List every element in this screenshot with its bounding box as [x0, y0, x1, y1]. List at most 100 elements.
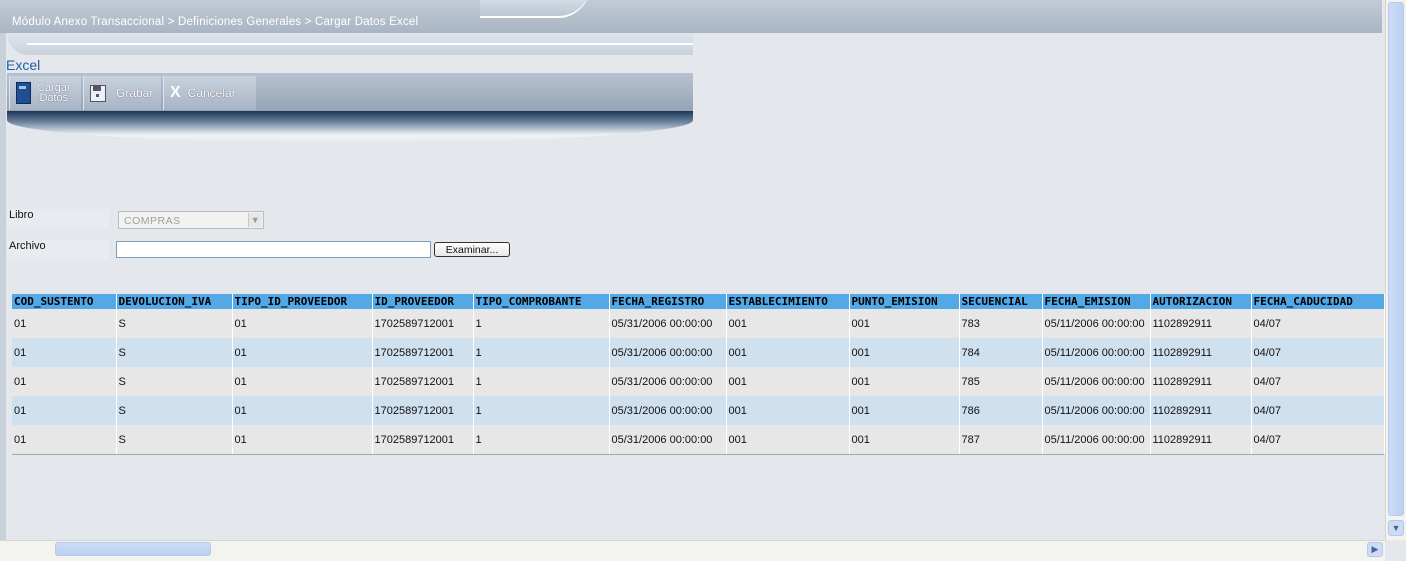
table-header-row: COD_SUSTENTO DEVOLUCION_IVA TIPO_ID_PROV… [12, 294, 1385, 309]
table-cell: 01 [232, 396, 373, 425]
grabar-label: Grabar [116, 86, 154, 100]
examinar-button[interactable]: Examinar... [434, 242, 510, 257]
column-header[interactable]: COD_SUSTENTO [12, 294, 117, 309]
table-cell: 001 [849, 396, 960, 425]
table-cell: 787 [959, 425, 1043, 454]
table-cell: 05/11/2006 00:00:00 [1042, 396, 1151, 425]
close-icon: X [170, 84, 181, 101]
table-cell: S [116, 338, 233, 367]
table-cell: 05/11/2006 00:00:00 [1042, 309, 1151, 338]
table-cell: 1 [473, 367, 610, 396]
table-cell: 1702589712001 [372, 338, 474, 367]
table-cell: S [116, 367, 233, 396]
horizontal-scrollbar[interactable]: ▶ [0, 540, 1385, 561]
table-cell: 05/31/2006 00:00:00 [609, 396, 727, 425]
table-cell: S [116, 396, 233, 425]
grabar-button[interactable]: Grabar [83, 76, 161, 110]
vertical-scroll-thumb[interactable] [1388, 2, 1404, 516]
table-cell: 01 [12, 338, 117, 367]
table-cell: 1102892911 [1150, 338, 1252, 367]
table-row[interactable]: 01 S 01 1702589712001 1 05/31/2006 00:00:00 00… [12, 396, 1385, 425]
table-cell: 001 [849, 425, 960, 454]
table-cell: 04/07 [1251, 309, 1385, 338]
column-header[interactable]: FECHA_EMISION [1042, 294, 1151, 309]
table-cell: 1702589712001 [372, 425, 474, 454]
table-body: 01 S 01 1702589712001 1 05/31/2006 00:00:00 00… [12, 309, 1385, 454]
header-bar: Módulo Anexo Transaccional > Definicione… [0, 0, 1382, 33]
scroll-right-icon[interactable]: ▶ [1367, 542, 1383, 557]
table-cell: 1 [473, 396, 610, 425]
table-cell: 783 [959, 309, 1043, 338]
table-cell: 1102892911 [1150, 367, 1252, 396]
column-header[interactable]: ID_PROVEEDOR [372, 294, 474, 309]
chevron-down-icon[interactable]: ▼ [248, 213, 262, 227]
table-cell: 1702589712001 [372, 309, 474, 338]
table-cell: 001 [726, 367, 850, 396]
left-frame-edge [0, 33, 6, 540]
horizontal-scroll-thumb[interactable] [55, 542, 211, 556]
column-header[interactable]: FECHA_REGISTRO [609, 294, 727, 309]
table-cell: 1702589712001 [372, 367, 474, 396]
table-cell: 001 [726, 396, 850, 425]
libro-select-value: COMPRAS [124, 215, 181, 227]
header-decoration [480, 0, 590, 18]
toolbar: Cargar Datos Grabar X Cancelar [7, 73, 693, 111]
page-title: Excel [6, 57, 41, 73]
table-bottom-border [12, 454, 1384, 455]
table-cell: 001 [726, 425, 850, 454]
cargar-datos-label: Cargar Datos [37, 83, 71, 104]
vertical-scrollbar[interactable]: ▼ [1385, 0, 1406, 540]
table-cell: 04/07 [1251, 367, 1385, 396]
table-cell: 01 [12, 425, 117, 454]
table-row[interactable]: 01 S 01 1702589712001 1 05/31/2006 00:00:00 00… [12, 338, 1385, 367]
column-header[interactable]: AUTORIZACION [1150, 294, 1252, 309]
cargar-datos-button[interactable]: Cargar Datos [9, 76, 81, 110]
table-cell: 05/31/2006 00:00:00 [609, 367, 727, 396]
table-cell: 1102892911 [1150, 309, 1252, 338]
table-cell: S [116, 309, 233, 338]
column-header[interactable]: DEVOLUCION_IVA [116, 294, 233, 309]
scroll-down-icon[interactable]: ▼ [1388, 520, 1404, 536]
table-cell: 01 [232, 367, 373, 396]
table-cell: 1102892911 [1150, 425, 1252, 454]
table-cell: 1102892911 [1150, 396, 1252, 425]
column-header[interactable]: TIPO_ID_PROVEEDOR [232, 294, 373, 309]
libro-select[interactable]: COMPRAS ▼ [118, 211, 264, 229]
table-cell: 784 [959, 338, 1043, 367]
table-cell: 001 [726, 309, 850, 338]
table-cell: 1 [473, 338, 610, 367]
save-icon [90, 84, 106, 102]
table-cell: 01 [232, 425, 373, 454]
table-row[interactable]: 01 S 01 1702589712001 1 05/31/2006 00:00:00 00… [12, 367, 1385, 396]
archivo-label: Archivo [7, 240, 109, 260]
table-cell: 1702589712001 [372, 396, 474, 425]
table-cell: 04/07 [1251, 425, 1385, 454]
table-row[interactable]: 01 S 01 1702589712001 1 05/31/2006 00:00:00 00… [12, 309, 1385, 338]
column-header[interactable]: ESTABLECIMIENTO [726, 294, 850, 309]
table-cell: 001 [726, 338, 850, 367]
spreadsheet-icon [16, 82, 31, 104]
column-header[interactable]: TIPO_COMPROBANTE [473, 294, 610, 309]
table-cell: 1 [473, 309, 610, 338]
table-cell: 001 [849, 309, 960, 338]
table-cell: 05/31/2006 00:00:00 [609, 425, 727, 454]
table-cell: 01 [12, 367, 117, 396]
column-header[interactable]: PUNTO_EMISION [849, 294, 960, 309]
column-header[interactable]: FECHA_CADUCIDAD [1251, 294, 1385, 309]
table-cell: 01 [232, 309, 373, 338]
table-cell: 01 [12, 396, 117, 425]
table-cell: 05/31/2006 00:00:00 [609, 338, 727, 367]
cancelar-button[interactable]: X Cancelar [163, 76, 256, 110]
cargar-label-line2: Datos [39, 92, 69, 104]
table-cell: 1 [473, 425, 610, 454]
table-cell: 785 [959, 367, 1043, 396]
table-cell: 04/07 [1251, 396, 1385, 425]
libro-label: Libro [7, 209, 109, 229]
archivo-file-input[interactable] [116, 241, 431, 258]
table-cell: 01 [232, 338, 373, 367]
excel-data-table: COD_SUSTENTO DEVOLUCION_IVA TIPO_ID_PROV… [12, 294, 1385, 454]
table-row[interactable]: 01 S 01 1702589712001 1 05/31/2006 00:00:00 00… [12, 425, 1385, 454]
table-cell: 05/11/2006 00:00:00 [1042, 367, 1151, 396]
column-header[interactable]: SECUENCIAL [959, 294, 1043, 309]
cancelar-label: Cancelar [187, 86, 236, 100]
